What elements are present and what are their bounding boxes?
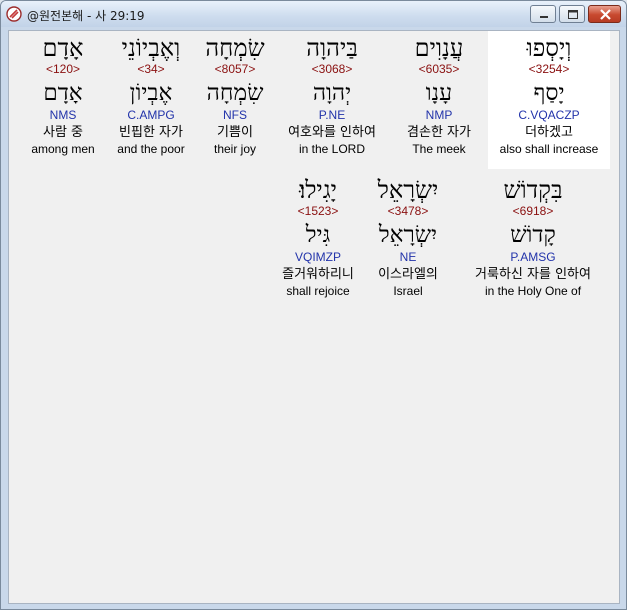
word-column[interactable]: אָדָם <120> אָדָם NMS 사람 중 among men: [25, 31, 101, 156]
english-gloss: in the Holy One of: [484, 284, 582, 298]
hebrew-word: בִּקְדוֹשׁ: [503, 176, 563, 204]
strong-number[interactable]: <1523>: [273, 204, 363, 218]
strong-number[interactable]: <34>: [107, 62, 195, 76]
hebrew-lemma: שִׂמְחָה: [206, 80, 264, 106]
strong-number[interactable]: <3068>: [274, 62, 390, 76]
morphology-code[interactable]: C.AMPG: [107, 108, 195, 122]
morphology-code[interactable]: P.NE: [274, 108, 390, 122]
bible-app-icon[interactable]: [6, 6, 22, 22]
english-gloss: and the poor: [117, 142, 185, 156]
hebrew-word: בַּיהוָה: [306, 34, 358, 62]
word-column[interactable]: יִשְׂרָאֵל <3478> יִשְׂרָאֵל NE 이스라엘의 Is…: [367, 173, 449, 298]
morphology-code[interactable]: P.AMSG: [458, 250, 608, 264]
english-gloss: among men: [31, 142, 95, 156]
minimize-button[interactable]: [530, 5, 556, 23]
word-column[interactable]: בַּיהוָה <3068> יְהוָה P.NE 여호와를 인하여 in …: [274, 31, 390, 156]
english-gloss: Israel: [393, 284, 423, 298]
english-gloss: The meek: [412, 142, 466, 156]
hebrew-lemma: גִּיל: [305, 222, 331, 248]
korean-gloss: 즐거워하리니: [282, 267, 354, 282]
word-column[interactable]: עֲנָוִים <6035> עָנָו NMP 겸손한 자가 The mee…: [391, 31, 487, 156]
word-column[interactable]: יָגִילוּ׃ <1523> גִּיל VQIMZP 즐거워하리니 sha…: [273, 173, 363, 298]
english-gloss: their joy: [213, 142, 257, 156]
hebrew-word: וְאֶבְיוֹנֵי: [121, 34, 181, 62]
hebrew-word: יָגִילוּ׃: [299, 176, 337, 204]
close-icon: [600, 9, 611, 20]
word-column[interactable]: וְיָסְפוּ <3254> יָסַף C.VQACZP 더하겠고 als…: [488, 31, 610, 169]
morphology-code[interactable]: C.VQACZP: [488, 108, 610, 122]
word-column[interactable]: וְאֶבְיוֹנֵי <34> אֶבְיוֹן C.AMPG 빈핍한 자가…: [107, 31, 195, 156]
english-gloss: also shall increase: [499, 142, 599, 156]
strong-number[interactable]: <120>: [25, 62, 101, 76]
maximize-icon: [568, 10, 578, 19]
hebrew-word: אָדָם: [42, 34, 84, 62]
hebrew-lemma: אָדָם: [43, 80, 83, 106]
app-window: @원전본해 - 사 29:19 וְיָסְפוּ <3254> יָסַף C…: [0, 0, 627, 610]
hebrew-word: עֲנָוִים: [414, 34, 464, 62]
korean-gloss: 빈핍한 자가: [119, 125, 183, 140]
strong-number[interactable]: <3254>: [488, 62, 610, 76]
close-button[interactable]: [588, 5, 621, 23]
maximize-button[interactable]: [559, 5, 585, 23]
word-column[interactable]: שִׂמְחָה <8057> שִׂמְחָה NFS 기쁨이 their j…: [198, 31, 272, 156]
hebrew-lemma: עָנָו: [425, 80, 453, 106]
window-title: @원전본해 - 사 29:19: [27, 9, 145, 23]
korean-gloss: 여호와를 인하여: [288, 125, 376, 140]
morphology-code[interactable]: NMP: [391, 108, 487, 122]
morphology-code[interactable]: NFS: [198, 108, 272, 122]
hebrew-lemma: קָדוֹשׁ: [510, 222, 556, 248]
minimize-icon: [540, 16, 548, 18]
strong-number[interactable]: <8057>: [198, 62, 272, 76]
korean-gloss: 사람 중: [42, 125, 83, 140]
interlinear-pane: וְיָסְפוּ <3254> יָסַף C.VQACZP 더하겠고 als…: [8, 30, 620, 604]
hebrew-word: שִׂמְחָה: [205, 34, 265, 62]
korean-gloss: 거룩하신 자를 인하여: [475, 267, 591, 282]
hebrew-lemma: יְהוָה: [312, 80, 352, 106]
english-gloss: shall rejoice: [286, 284, 350, 298]
english-gloss: in the LORD: [298, 142, 366, 156]
hebrew-word: יִשְׂרָאֵל: [377, 176, 439, 204]
strong-number[interactable]: <3478>: [367, 204, 449, 218]
strong-number[interactable]: <6918>: [458, 204, 608, 218]
morphology-code[interactable]: NE: [367, 250, 449, 264]
hebrew-lemma: אֶבְיוֹן: [129, 80, 173, 106]
morphology-code[interactable]: NMS: [25, 108, 101, 122]
morphology-code[interactable]: VQIMZP: [273, 250, 363, 264]
korean-gloss: 더하겠고: [525, 125, 573, 140]
word-column[interactable]: בִּקְדוֹשׁ <6918> קָדוֹשׁ P.AMSG 거룩하신 자를…: [458, 173, 608, 298]
hebrew-lemma: יָסַף: [533, 80, 565, 106]
hebrew-lemma: יִשְׂרָאֵל: [378, 222, 438, 248]
hebrew-word: וְיָסְפוּ: [526, 34, 572, 62]
korean-gloss: 겸손한 자가: [407, 125, 471, 140]
title-bar[interactable]: @원전본해 - 사 29:19: [1, 1, 626, 27]
korean-gloss: 기쁨이: [217, 125, 253, 140]
strong-number[interactable]: <6035>: [391, 62, 487, 76]
korean-gloss: 이스라엘의: [378, 267, 438, 282]
